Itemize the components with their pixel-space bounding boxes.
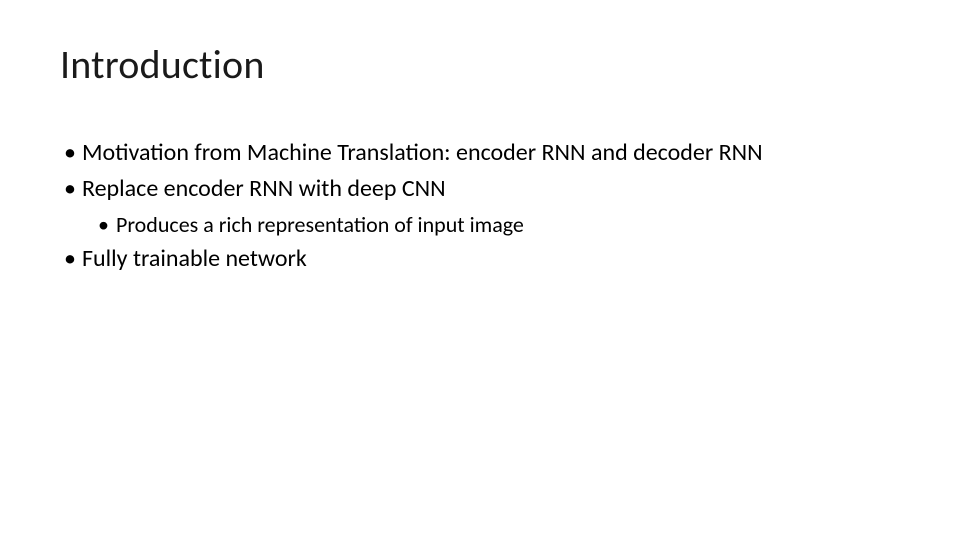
slide-container: Introduction Motivation from Machine Tra… xyxy=(0,0,960,540)
bullet-item: Fully trainable network xyxy=(60,243,900,275)
bullet-item: Replace encoder RNN with deep CNN xyxy=(60,173,900,205)
bullet-item: Motivation from Machine Translation: enc… xyxy=(60,137,900,169)
bullet-list: Motivation from Machine Translation: enc… xyxy=(60,137,900,276)
bullet-subitem: Produces a rich representation of input … xyxy=(60,210,900,240)
slide-title: Introduction xyxy=(60,40,900,89)
